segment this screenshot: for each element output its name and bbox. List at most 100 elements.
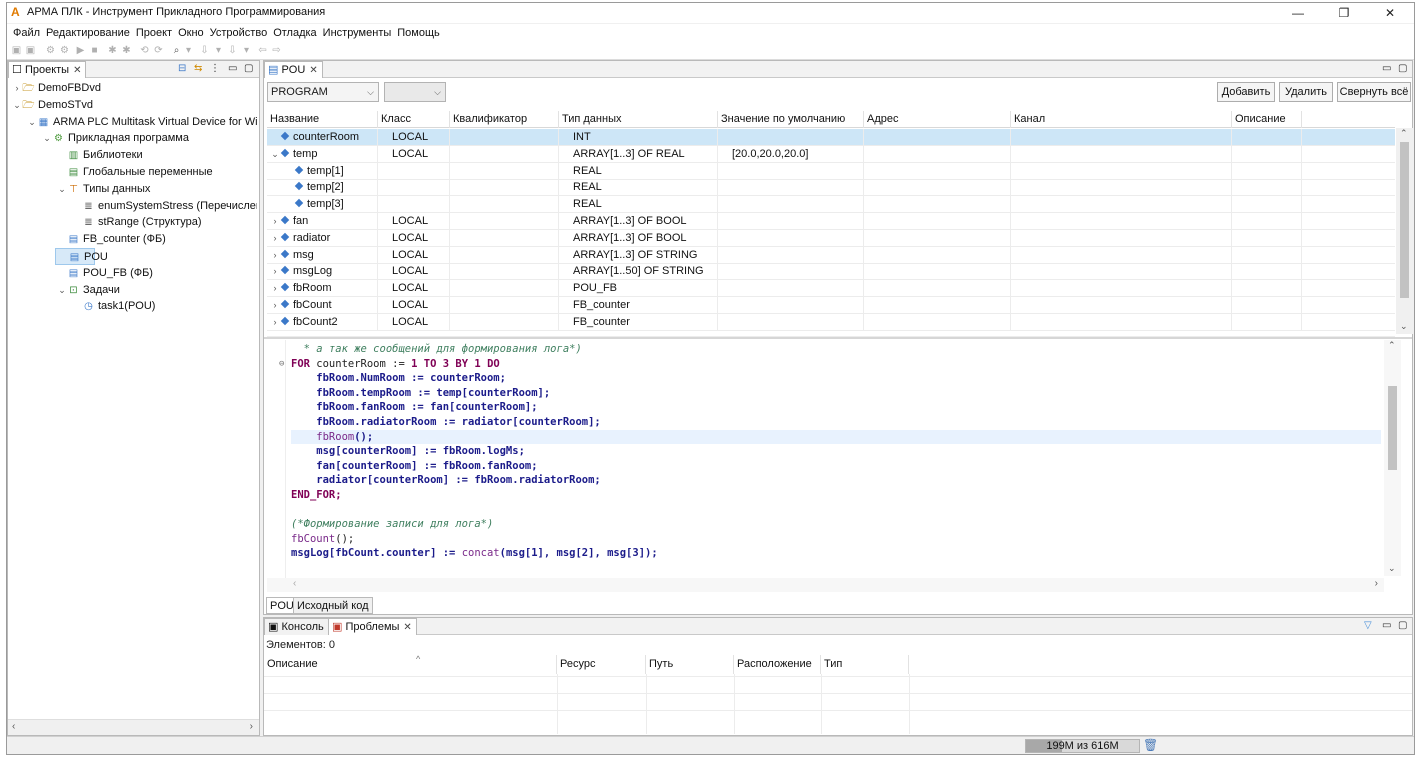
chevron-icon[interactable]: ›	[270, 213, 280, 230]
tree-item[interactable]: ▥ Библиотеки	[10, 147, 143, 164]
column-header[interactable]: Квалификатор	[450, 111, 559, 128]
menu-item[interactable]: Окно	[175, 24, 207, 42]
debug-icon[interactable]: ✱	[107, 45, 118, 56]
chevron-icon[interactable]: ›	[12, 80, 22, 97]
garbage-collect-icon[interactable]: 🗑	[1143, 738, 1158, 752]
table-row[interactable]: › fbRoom LOCAL POU_FB	[267, 280, 1395, 298]
table-row[interactable]: temp[3] REAL	[267, 196, 1395, 214]
column-header[interactable]: Название	[267, 111, 378, 128]
column-header[interactable]: Тип данных	[559, 111, 718, 128]
tree-item[interactable]: ≣ enumSystemStress (Перечислен	[10, 198, 257, 215]
nav-next-icon[interactable]: ⇩	[227, 45, 238, 56]
link-editor-icon[interactable]: ⇆	[194, 63, 202, 75]
problems-column-header[interactable]: Тип	[821, 655, 909, 674]
tree-item[interactable]: ⌄ 🗁 DemoSTvd	[10, 97, 93, 114]
menu-item[interactable]: Помощь	[394, 24, 443, 42]
search-icon[interactable]: ⌕	[171, 45, 182, 56]
scroll-down-icon[interactable]: ⌄	[1400, 321, 1408, 332]
menu-item[interactable]: Проект	[133, 24, 175, 42]
tree-item[interactable]: ⌄ ▦ ARMA PLC Multitask Virtual Device for …	[10, 114, 257, 131]
connect-icon[interactable]: ⟲	[139, 45, 150, 56]
secondary-select[interactable]: ⌵	[384, 82, 446, 102]
tree-item[interactable]: › 🗁 DemoFBDvd	[10, 80, 101, 97]
tree-item[interactable]: ▤ FB_counter (ФБ)	[10, 231, 166, 248]
fold-icon[interactable]: ⊖	[279, 357, 284, 372]
table-row[interactable]: › fan LOCAL ARRAY[1..3] OF BOOL	[267, 213, 1395, 230]
chevron-icon[interactable]: ⌄	[42, 130, 52, 147]
chevron-icon[interactable]: ›	[270, 314, 280, 331]
minimize-button[interactable]: —	[1275, 3, 1321, 23]
scroll-left-icon[interactable]: ‹	[12, 721, 15, 732]
view-menu-icon[interactable]: ⋮	[210, 63, 220, 75]
table-row[interactable]: › msg LOCAL ARRAY[1..3] OF STRING	[267, 246, 1395, 264]
code-hscrollbar[interactable]: ‹ ›	[267, 578, 1384, 592]
scroll-right-icon[interactable]: ›	[1375, 578, 1378, 589]
tab-console[interactable]: ▣ Консоль	[264, 618, 329, 635]
disconnect-icon[interactable]: ⟳	[153, 45, 164, 56]
table-row[interactable]: › msgLog LOCAL ARRAY[1..50] OF STRING	[267, 263, 1395, 281]
save-icon[interactable]: ▣	[11, 45, 22, 56]
back-icon[interactable]: ⇦	[257, 45, 268, 56]
code-scroll-thumb[interactable]	[1388, 386, 1397, 470]
run-icon[interactable]: ▶	[75, 45, 86, 56]
chevron-icon[interactable]: ⌄	[57, 181, 67, 198]
problems-column-header[interactable]: Описание	[264, 655, 557, 674]
tree-item[interactable]: ▤ POU_FB (ФБ)	[10, 265, 153, 282]
close-icon[interactable]: ✕	[403, 622, 411, 633]
table-row[interactable]: temp[2] REAL	[267, 179, 1395, 197]
scroll-up-icon[interactable]: ⌃	[1400, 128, 1408, 139]
table-vscrollbar[interactable]: ⌃ ⌄	[1396, 128, 1413, 334]
scroll-left-icon[interactable]: ‹	[293, 578, 296, 589]
add-button[interactable]: Добавить	[1217, 82, 1275, 102]
delete-button[interactable]: Удалить	[1279, 82, 1333, 102]
minimize-panel-icon[interactable]: ▭	[1382, 63, 1391, 75]
table-row[interactable]: counterRoom LOCAL INT	[267, 129, 1395, 146]
close-icon[interactable]: ✕	[309, 65, 317, 76]
tab-source-code[interactable]: Исходный код	[293, 597, 373, 614]
close-window-button[interactable]: ✕	[1367, 3, 1413, 23]
table-row[interactable]: ⌄ temp LOCAL ARRAY[1..3] OF REAL [20.0,20.0,…	[267, 145, 1395, 163]
tree-item[interactable]: ≣ stRange (Структура)	[10, 214, 201, 231]
nav-next-menu-icon[interactable]: ▾	[241, 45, 252, 56]
menu-item[interactable]: Инструменты	[320, 24, 395, 42]
maximize-panel-icon[interactable]: ▢	[1398, 620, 1407, 632]
chevron-icon[interactable]: ›	[270, 230, 280, 247]
maximize-button[interactable]: ❐	[1321, 3, 1367, 23]
tree-hscrollbar[interactable]: ‹ ›	[8, 719, 259, 735]
tree-item[interactable]: ⌄ ⚙ Прикладная программа	[10, 130, 189, 147]
chevron-icon[interactable]: ›	[270, 280, 280, 297]
menu-item[interactable]: Файл	[10, 24, 43, 42]
menu-item[interactable]: Редактирование	[43, 24, 133, 42]
problems-column-header[interactable]: Расположение	[734, 655, 821, 674]
chevron-icon[interactable]: ⌄	[270, 146, 280, 163]
column-header[interactable]: Описание	[1232, 111, 1302, 128]
nav-menu-icon[interactable]: ▾	[213, 45, 224, 56]
code-vscrollbar[interactable]: ⌃ ⌄	[1384, 340, 1401, 576]
tab-pou[interactable]: ▤ POU ✕	[264, 61, 323, 78]
stop-icon[interactable]: ■	[89, 45, 100, 56]
menu-item[interactable]: Отладка	[270, 24, 319, 42]
chevron-icon[interactable]: ⌄	[27, 114, 37, 131]
tab-projects[interactable]: ☐ Проекты ✕	[8, 61, 87, 78]
maximize-panel-icon[interactable]: ▢	[1398, 63, 1407, 75]
problems-column-header[interactable]: Путь	[646, 655, 734, 674]
collapse-all-icon[interactable]: ⊟	[178, 63, 186, 75]
menu-item[interactable]: Устройство	[207, 24, 271, 42]
forward-icon[interactable]: ⇨	[271, 45, 282, 56]
table-row[interactable]: › radiator LOCAL ARRAY[1..3] OF BOOL	[267, 229, 1395, 247]
tree-item[interactable]: ▤ Глобальные переменные	[10, 164, 213, 181]
search-menu-icon[interactable]: ▾	[183, 45, 194, 56]
collapse-all-button[interactable]: Свернуть всё	[1337, 82, 1411, 102]
close-icon[interactable]: ✕	[73, 65, 81, 76]
column-header[interactable]: Значение по умолчанию	[718, 111, 864, 128]
debug-step-icon[interactable]: ✱	[121, 45, 132, 56]
table-scroll-thumb[interactable]	[1400, 142, 1409, 298]
tab-problems[interactable]: ▣ Проблемы ✕	[328, 618, 417, 635]
tree-item[interactable]: ⌄ ⊡ Задачи	[10, 282, 120, 299]
maximize-panel-icon[interactable]: ▢	[244, 63, 253, 75]
chevron-icon[interactable]: ›	[270, 247, 280, 264]
minimize-panel-icon[interactable]: ▭	[1382, 620, 1391, 632]
filter-icon[interactable]: ▽	[1364, 620, 1372, 632]
tree-item[interactable]: ◷ task1(POU)	[10, 298, 155, 315]
editor-splitter[interactable]	[264, 337, 1412, 339]
